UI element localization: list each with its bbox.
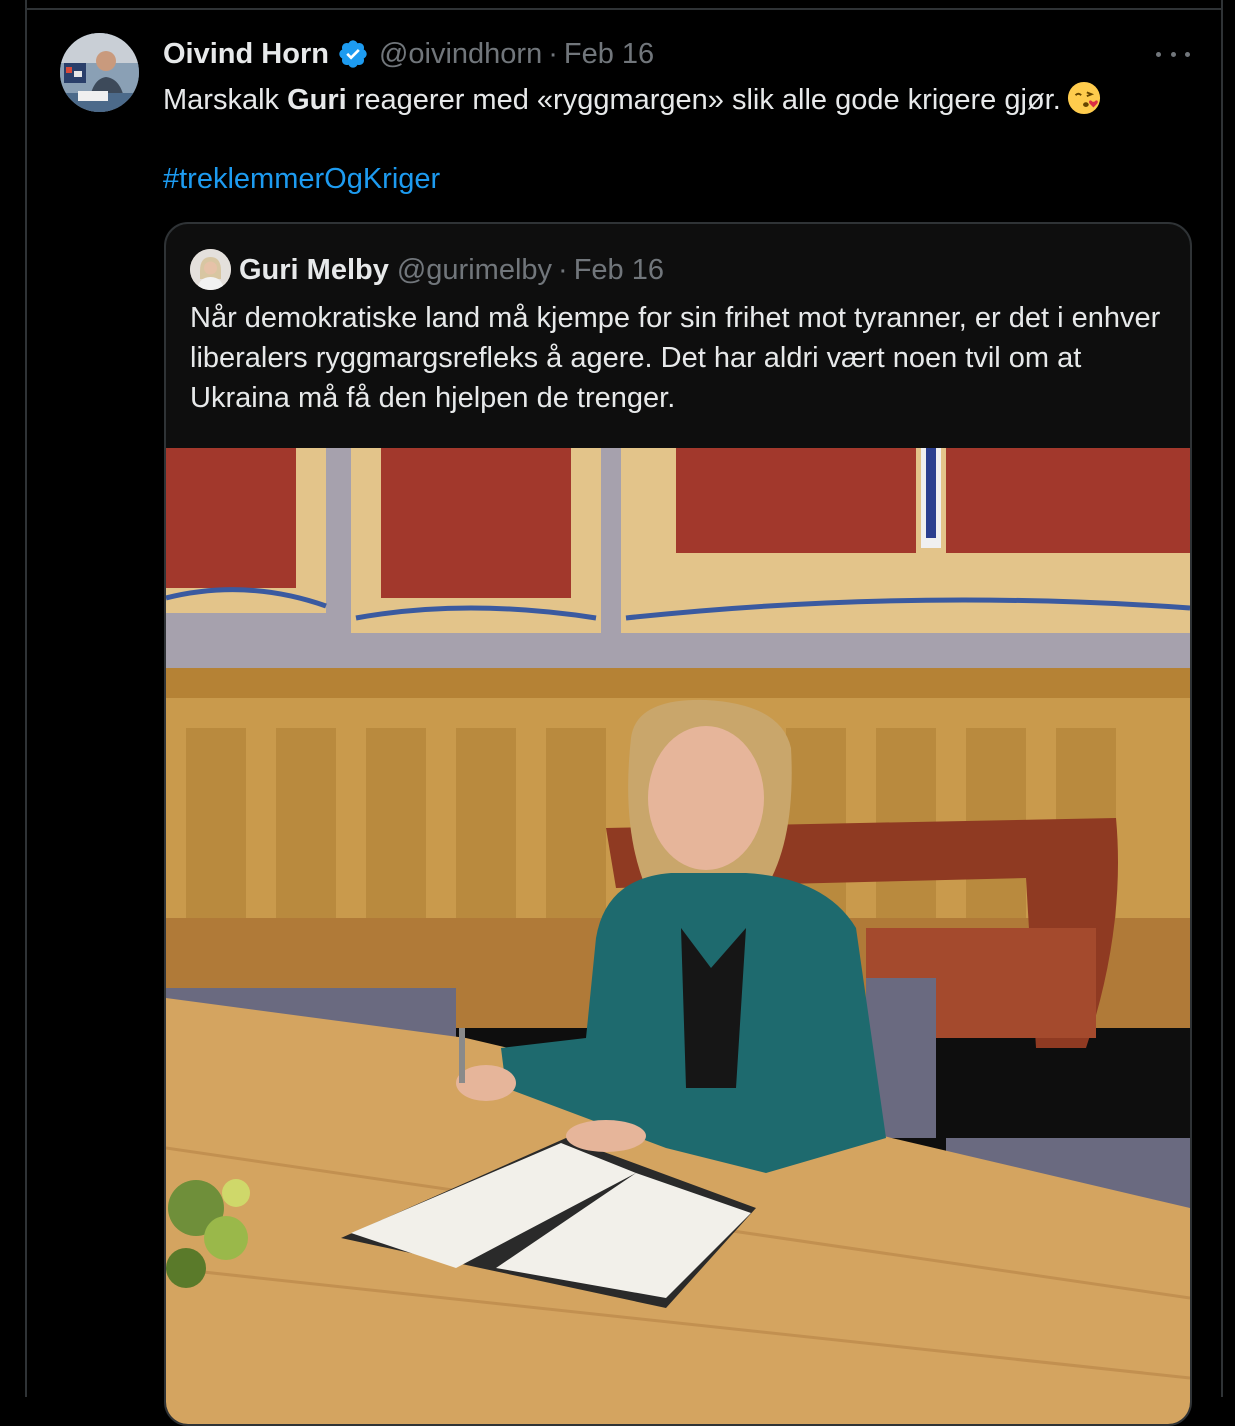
verified-badge-icon <box>337 38 369 70</box>
timeline-left-border <box>25 0 27 1397</box>
tweet-divider <box>25 8 1223 10</box>
tweet-date[interactable]: Feb 16 <box>564 38 654 71</box>
tweet-text: Marskalk Guri reagerer med «ryggmargen» … <box>163 80 1101 120</box>
quoted-date[interactable]: Feb 16 <box>574 254 664 287</box>
tweet-text-part: reagerer med «ryggmargen» slik alle gode… <box>346 84 1061 116</box>
quoted-header-separator: · <box>558 253 568 286</box>
quoted-header: Guri Melby @gurimelby · Feb 16 <box>239 250 664 290</box>
tweet-text-part: Marskalk <box>163 84 288 116</box>
author-name[interactable]: Oivind Horn <box>163 38 329 71</box>
header-separator: · <box>548 37 558 70</box>
hashtag-link[interactable]: #treklemmerOgKriger <box>163 159 440 199</box>
author-handle[interactable]: @oivindhorn <box>379 38 542 71</box>
tweet-text-bold: Guri <box>287 84 347 116</box>
quoted-author-name[interactable]: Guri Melby <box>239 254 389 287</box>
author-avatar[interactable] <box>60 33 139 112</box>
quoted-tweet[interactable]: Guri Melby @gurimelby · Feb 16 Når demok… <box>164 222 1192 1426</box>
timeline-right-border <box>1221 0 1223 1397</box>
quoted-author-avatar[interactable] <box>190 249 231 290</box>
more-options-icon[interactable] <box>1156 40 1190 68</box>
tweet-header: Oivind Horn @oivindhorn · Feb 16 <box>163 34 654 74</box>
quoted-photo[interactable] <box>166 448 1190 1424</box>
quoted-author-handle[interactable]: @gurimelby <box>397 254 552 287</box>
quoted-text: Når demokratiske land må kjempe for sin … <box>190 302 1161 414</box>
face-blowing-kiss-icon <box>1067 81 1101 115</box>
